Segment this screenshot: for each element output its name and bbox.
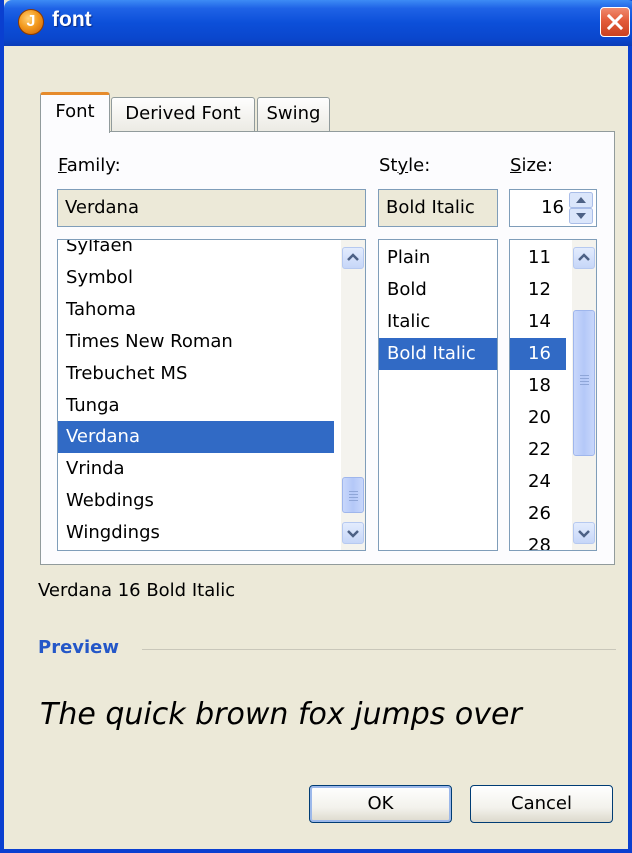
list-item[interactable]: Plain [379,242,497,274]
preview-label: Preview [38,637,120,658]
list-item[interactable]: 12 [510,274,566,306]
tab-derived-font[interactable]: Derived Font [111,97,255,131]
list-item[interactable]: 20 [510,402,566,434]
tab-swing-label: Swing [266,103,321,124]
list-item[interactable]: Tahoma [58,294,341,326]
style-list[interactable]: Plain Bold Italic Bold Italic [378,239,498,551]
list-item[interactable]: 22 [510,434,566,466]
scroll-down-button[interactable] [342,522,364,544]
close-icon [606,13,624,31]
family-list[interactable]: Sylfaen Symbol Tahoma Times New Roman Tr… [57,239,366,551]
style-label: Style: [379,155,431,176]
style-field[interactable]: Bold Italic [378,189,498,227]
size-spinner-value: 16 [541,197,564,218]
font-summary: Verdana 16 Bold Italic [38,580,236,601]
size-list[interactable]: 11 12 14 16 18 20 22 24 26 28 [509,239,597,551]
java-icon: J [18,9,44,35]
family-label: Family: [58,155,121,176]
spinner-arrows-icon[interactable] [569,192,593,224]
list-item[interactable]: Trebuchet MS [58,358,341,390]
list-item-selected[interactable]: Verdana [58,421,334,453]
list-item[interactable]: Italic [379,306,497,338]
list-item[interactable]: Sylfaen [58,240,341,262]
list-item[interactable]: Tunga [58,390,341,422]
chevron-up-icon [347,253,359,261]
size-scrollbar[interactable] [572,240,596,550]
scroll-down-button[interactable] [573,522,595,544]
list-item[interactable]: 14 [510,306,566,338]
close-button[interactable] [600,7,630,37]
list-item-selected[interactable]: 16 [510,338,566,370]
scroll-thumb[interactable] [342,477,364,513]
list-item[interactable]: Vrinda [58,453,341,485]
scroll-thumb[interactable] [573,310,595,456]
tab-font[interactable]: Font [40,92,110,133]
size-label: Size: [510,155,554,176]
list-item[interactable]: Wingdings [58,517,341,549]
preview-text: The quick brown fox jumps over [40,697,522,732]
preview-divider [142,649,616,650]
list-item[interactable]: Symbol [58,262,341,294]
list-item-selected[interactable]: Bold Italic [379,338,497,370]
list-item[interactable]: 28 [510,530,566,550]
tab-derived-font-label: Derived Font [125,103,241,124]
family-scrollbar[interactable] [341,240,365,550]
list-item[interactable]: 24 [510,466,566,498]
ok-button[interactable]: OK [309,785,452,823]
font-dialog: J font Font Derived Font Swing Family: S… [0,0,632,853]
tab-swing[interactable]: Swing [257,97,330,131]
size-spinner[interactable]: 16 [509,189,597,227]
list-item[interactable]: 18 [510,370,566,402]
family-field[interactable]: Verdana [57,189,366,227]
scroll-up-button[interactable] [342,247,364,269]
chevron-down-icon [347,530,359,538]
cancel-button[interactable]: Cancel [470,785,613,823]
list-item[interactable]: Webdings [58,485,341,517]
list-item[interactable]: 11 [510,242,566,274]
chevron-up-icon [578,253,590,261]
title-bar[interactable]: J font [4,0,632,46]
scroll-up-button[interactable] [573,247,595,269]
chevron-down-icon [578,530,590,538]
list-item[interactable]: 26 [510,498,566,530]
window-title: font [52,8,92,31]
list-item[interactable]: Bold [379,274,497,306]
list-item[interactable]: Times New Roman [58,326,341,358]
tab-font-label: Font [55,101,95,122]
